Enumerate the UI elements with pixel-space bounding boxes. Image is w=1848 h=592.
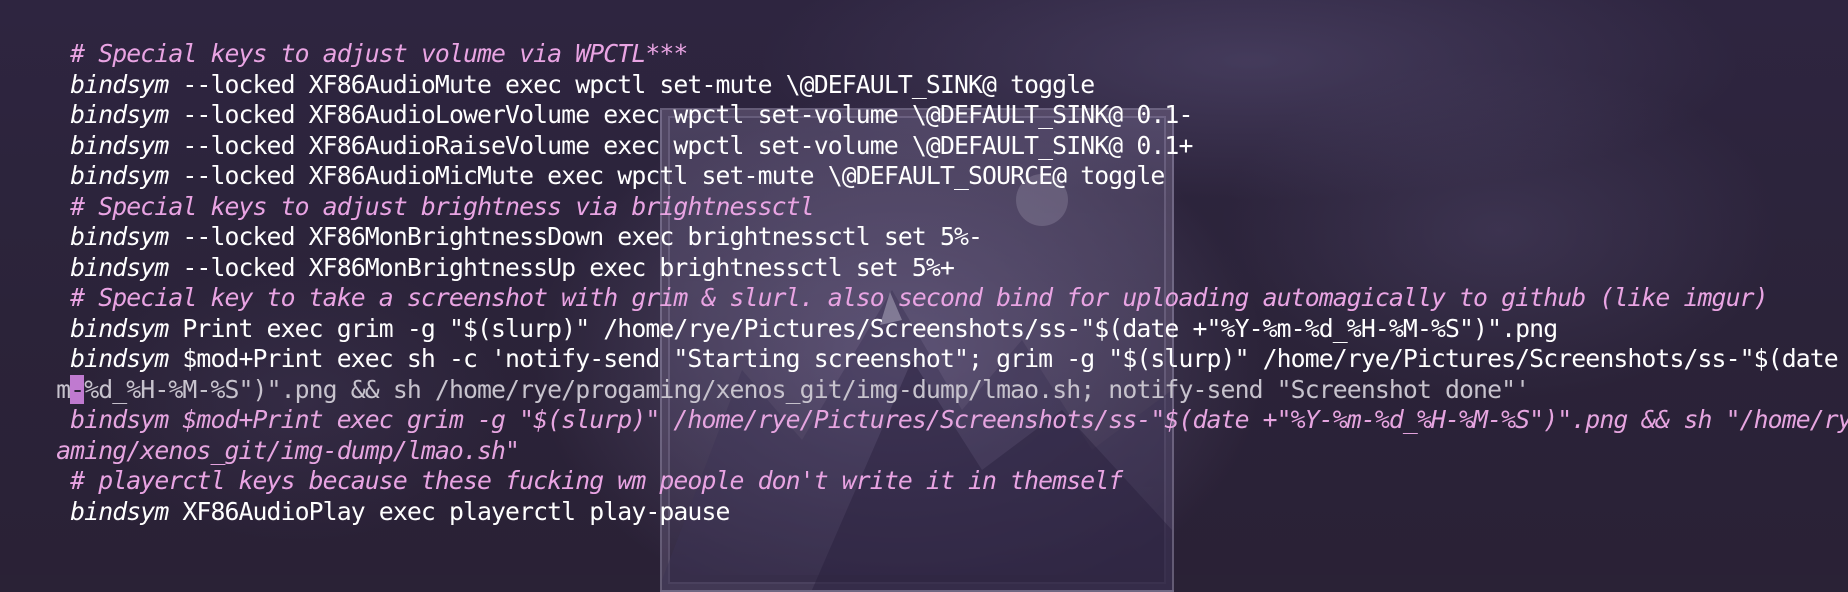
- config-bindsym-line: bindsym XF86AudioPlay exec playerctl pla…: [0, 458, 730, 566]
- bindsym-keyword: bindsym: [56, 496, 169, 526]
- terminal-window[interactable]: # Special keys to adjust volume via WPCT…: [0, 0, 1848, 575]
- bindsym-args: XF86AudioPlay exec playerctl play-pause: [168, 496, 730, 526]
